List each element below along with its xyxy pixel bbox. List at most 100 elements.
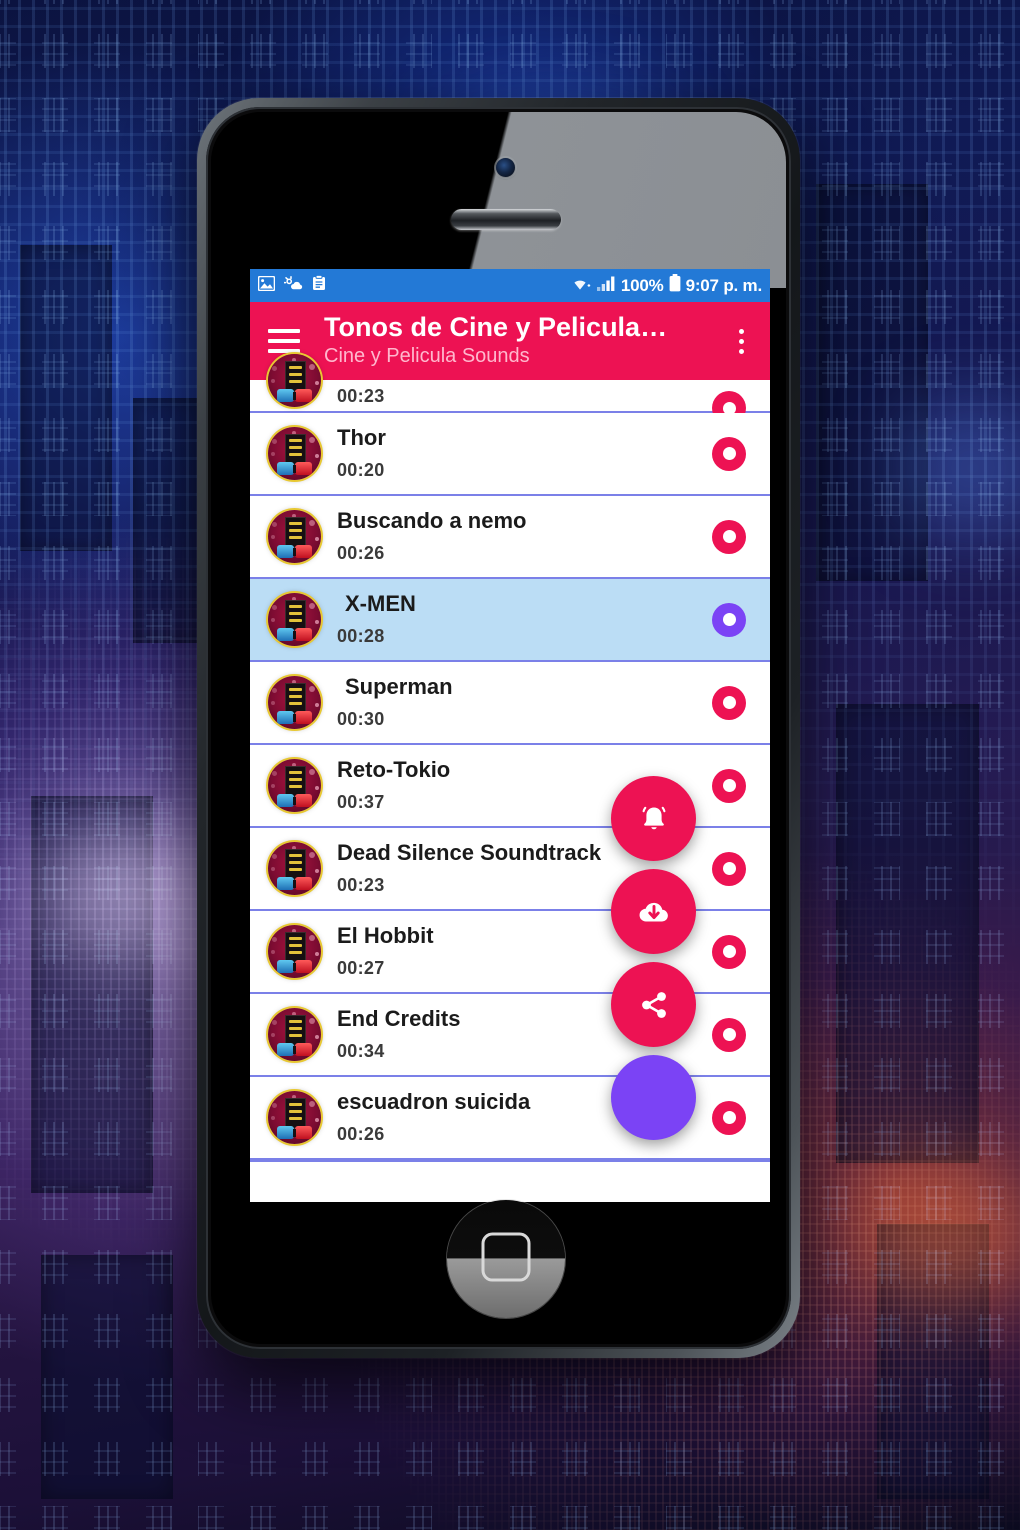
app-bar: Tonos de Cine y Pelicula… Cine y Pelicul… [250, 302, 770, 380]
phone-top-bezel-reflection [211, 112, 786, 288]
movie-thumbnail-icon [268, 427, 321, 480]
battery-icon [669, 274, 681, 297]
list-item-meta: 00:23 [337, 386, 712, 407]
more-vert-icon[interactable] [726, 328, 756, 354]
movie-thumbnail-icon [268, 759, 321, 812]
thumb-sparkle [314, 619, 319, 624]
list-item-duration: 00:20 [337, 460, 385, 481]
list-item-meta: X-MEN 00:28 [337, 592, 712, 647]
list-item-title: Thor [337, 425, 386, 450]
thumb-glasses-bridge [292, 713, 297, 723]
play-button[interactable] [712, 519, 746, 554]
list-item-duration: 00:23 [337, 386, 385, 406]
movie-thumbnail-icon [268, 1091, 321, 1144]
thumb-sparkle [271, 379, 276, 384]
list-item-duration: 00:28 [337, 626, 385, 647]
thumb-sparkle [272, 1102, 278, 1108]
play-button[interactable] [712, 1017, 746, 1052]
thumb-sparkle [314, 868, 319, 873]
list-item[interactable]: 00:23 [250, 354, 770, 425]
thumb-sparkle [309, 519, 316, 526]
thumb-sparkle [272, 770, 278, 776]
signal-bars-icon [596, 275, 616, 296]
home-button-square-icon [481, 1232, 531, 1282]
thumb-glasses-bridge [292, 391, 297, 401]
list-item-meta: Superman 00:30 [337, 675, 712, 730]
status-bar-left-icons [257, 274, 326, 296]
thumb-sparkle [272, 1019, 278, 1025]
list-item-title: Buscando a nemo [337, 508, 527, 533]
thumb-sparkle [309, 685, 316, 692]
play-button[interactable] [712, 685, 746, 720]
phone-mockup: 100% 9:07 p. m. Tonos de Cine y Pelicula… [197, 98, 800, 1358]
thumb-card [285, 600, 306, 632]
thumb-sparkle [309, 1017, 316, 1024]
thumb-sparkle [314, 380, 319, 385]
thumb-glasses-bridge [292, 630, 297, 640]
phone-face: 100% 9:07 p. m. Tonos de Cine y Pelicula… [211, 112, 786, 1344]
thumb-sparkle [309, 768, 316, 775]
earpiece-speaker [451, 209, 561, 230]
play-button[interactable] [712, 436, 746, 471]
thumb-sparkle [272, 853, 278, 859]
bell-icon [634, 799, 674, 839]
thumb-sparkle [272, 936, 278, 942]
movie-thumbnail-icon [268, 593, 321, 646]
list-item-selected[interactable]: X-MEN 00:28 [250, 579, 770, 662]
home-button[interactable] [447, 1200, 565, 1318]
status-bar-right-icons: 100% 9:07 p. m. [570, 274, 762, 297]
play-button[interactable] [712, 1100, 746, 1135]
share-fab-button[interactable] [611, 962, 696, 1047]
front-camera-icon [496, 158, 515, 177]
play-button[interactable] [712, 768, 746, 803]
hamburger-menu-icon[interactable] [264, 329, 304, 353]
thumb-sparkle [309, 851, 316, 858]
thumb-sparkle [314, 702, 319, 707]
thumb-sparkle [314, 453, 319, 458]
thumb-glasses-bridge [292, 547, 297, 557]
thumb-sparkle [272, 687, 278, 693]
play-button[interactable] [712, 934, 746, 969]
image-icon [257, 275, 276, 296]
play-button[interactable] [712, 851, 746, 886]
thumb-sparkle [314, 536, 319, 541]
movie-thumbnail-icon [268, 1008, 321, 1061]
cloud-download-icon [633, 891, 675, 933]
movie-thumbnail-icon [268, 925, 321, 978]
sound-list[interactable]: 00:23 Thor 00:20 Buscando a nemo 00:26 X… [250, 354, 770, 1178]
thumb-sparkle [314, 785, 319, 790]
thumb-glasses-bridge [292, 1128, 297, 1138]
thumb-sparkle [271, 784, 276, 789]
thumb-glasses-bridge [292, 464, 297, 474]
thumb-card [285, 849, 306, 881]
thumb-sparkle [272, 604, 278, 610]
thumb-glasses-bridge [292, 1045, 297, 1055]
list-item[interactable]: Thor 00:20 [250, 413, 770, 496]
ringtone-fab-button[interactable] [611, 776, 696, 861]
phone-inner-bezel: 100% 9:07 p. m. Tonos de Cine y Pelicula… [206, 107, 791, 1349]
thumb-sparkle [309, 1100, 316, 1107]
list-item[interactable]: Superman 00:30 [250, 662, 770, 745]
thumb-sparkle [314, 1034, 319, 1039]
thumb-sparkle [271, 1033, 276, 1038]
thumb-card [285, 1098, 306, 1130]
thumb-sparkle [272, 438, 278, 444]
movie-thumbnail-icon [268, 842, 321, 895]
thumb-sparkle [309, 934, 316, 941]
download-fab-button[interactable] [611, 869, 696, 954]
thumb-sparkle [271, 1116, 276, 1121]
thumb-card [285, 517, 306, 549]
thumb-sparkle [271, 618, 276, 623]
thumb-card [285, 361, 306, 393]
list-item-title: Superman [345, 674, 453, 699]
list-item[interactable]: Buscando a nemo 00:26 [250, 496, 770, 579]
thumb-sparkle [271, 701, 276, 706]
thumb-sparkle [271, 867, 276, 872]
thumb-glasses-bridge [292, 796, 297, 806]
thumb-sparkle [271, 535, 276, 540]
thumb-sparkle [271, 950, 276, 955]
main-fab-button[interactable] [611, 1055, 696, 1140]
thumb-sparkle [314, 951, 319, 956]
share-icon [634, 985, 674, 1025]
play-button-active[interactable] [712, 602, 746, 637]
